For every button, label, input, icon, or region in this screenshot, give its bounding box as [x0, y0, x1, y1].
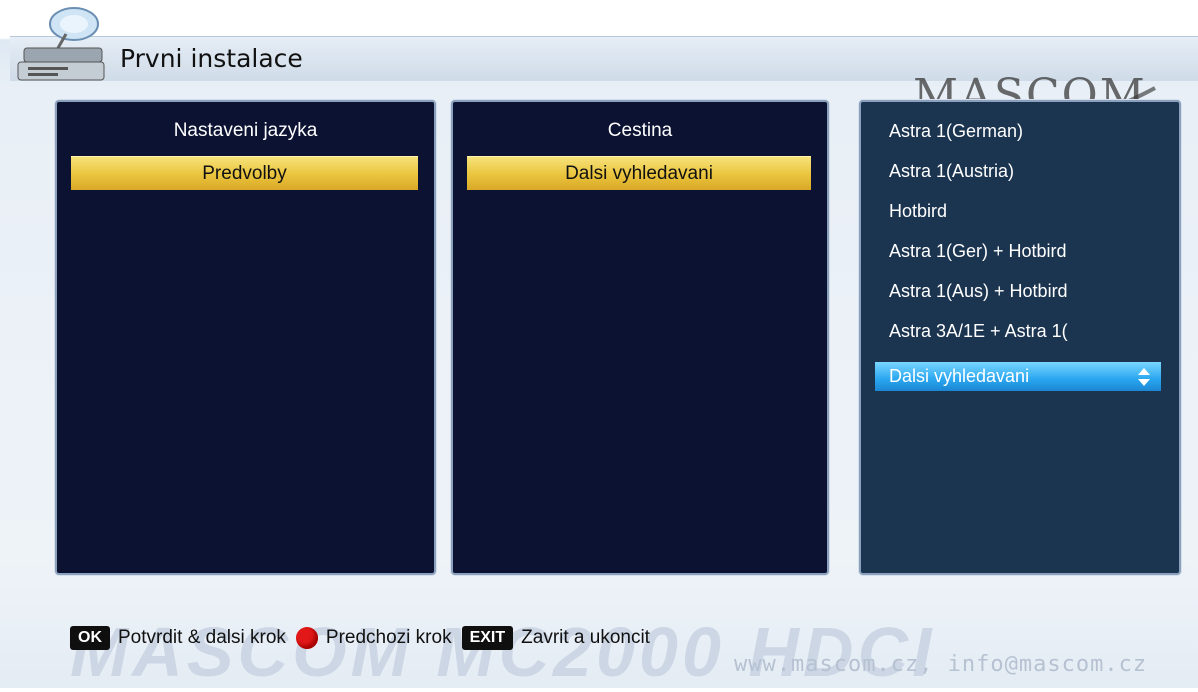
exit-label: Zavrit a ukoncit [521, 627, 650, 648]
list-item[interactable]: Astra 1(Aus) + Hotbird [889, 280, 1068, 320]
list-item[interactable]: Astra 3A/1E + Astra 1( [889, 320, 1068, 360]
highlighted-list-item[interactable]: Dalsi vyhledavani [875, 362, 1161, 391]
page-title: Prvni instalace [120, 44, 303, 73]
language-panel: Nastaveni jazyka Predvolby [55, 100, 436, 575]
ok-label: Potvrdit & dalsi krok [118, 627, 286, 648]
language-panel-heading: Nastaveni jazyka [173, 120, 318, 141]
up-down-arrow-icon [1138, 368, 1150, 386]
back-label: Predchozi krok [325, 627, 452, 648]
predvolby-option[interactable]: Predvolby [71, 156, 418, 190]
website-text: www.mascom.cz, info@mascom.cz [734, 652, 1148, 677]
satellite-list-panel: Astra 1(German) Astra 1(Austria) Hotbird… [859, 100, 1181, 575]
list-item[interactable]: Astra 1(Austria) [889, 160, 1068, 200]
list-item[interactable]: Hotbird [889, 200, 1068, 240]
satellite-list: Astra 1(German) Astra 1(Austria) Hotbird… [889, 120, 1068, 360]
dalsi-vyhledavani-option[interactable]: Dalsi vyhledavani [467, 156, 811, 190]
exit-key[interactable]: EXIT [461, 626, 514, 650]
list-item[interactable]: Astra 1(German) [889, 120, 1068, 160]
czech-panel: Cestina Dalsi vyhledavani [451, 100, 829, 575]
top-strip [0, 0, 1198, 38]
highlighted-label: Dalsi vyhledavani [889, 366, 1030, 386]
ok-key[interactable]: OK [70, 626, 110, 650]
czech-panel-heading: Cestina [607, 120, 673, 141]
red-button-icon[interactable] [295, 627, 318, 649]
footer-legend: OK Potvrdit & dalsi krok Predchozi krok … [70, 624, 660, 652]
satellite-installer-icon [17, 7, 105, 81]
list-item[interactable]: Astra 1(Ger) + Hotbird [889, 240, 1068, 280]
